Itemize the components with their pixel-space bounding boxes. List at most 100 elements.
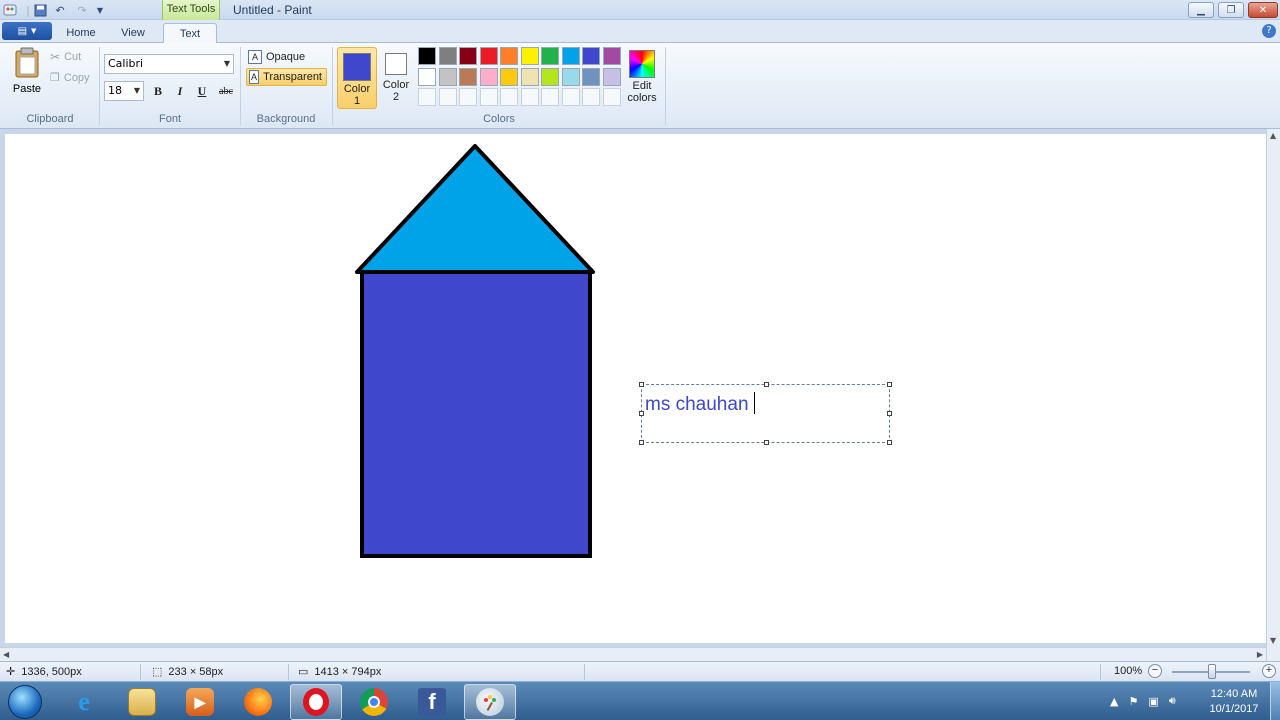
resize-handle[interactable] — [764, 440, 769, 445]
palette-swatch[interactable] — [582, 67, 600, 86]
palette-swatch[interactable] — [418, 67, 436, 86]
strikethrough-button[interactable]: abc — [214, 81, 238, 101]
palette-swatch[interactable] — [480, 67, 498, 86]
edit-colors-button[interactable]: Edit colors — [624, 47, 660, 109]
action-center-flag-icon[interactable]: ⚑ — [1128, 695, 1138, 708]
windows-taskbar: e ▶ f ▲ ⚑ ▣ 🔊︎ 12:40 AM 10/1/2017 — [0, 681, 1280, 720]
opaque-option[interactable]: A Opaque — [246, 48, 309, 66]
taskbar-chrome[interactable] — [348, 684, 400, 720]
zoom-out-button[interactable]: − — [1148, 664, 1162, 678]
taskbar-paint[interactable] — [464, 684, 516, 720]
zoom-slider-thumb[interactable] — [1208, 664, 1216, 679]
palette-swatch[interactable] — [562, 67, 580, 86]
undo-icon[interactable]: ↶ — [52, 2, 68, 18]
save-icon[interactable] — [32, 2, 48, 18]
resize-handle[interactable] — [887, 382, 892, 387]
customize-qat-icon[interactable]: ▼ — [92, 2, 108, 18]
palette-swatch[interactable] — [500, 67, 518, 86]
palette-swatch[interactable] — [541, 47, 559, 65]
text-caret — [753, 392, 755, 414]
taskbar-media-player[interactable]: ▶ — [174, 684, 226, 720]
italic-button[interactable]: I — [170, 81, 190, 101]
transparent-option[interactable]: A Transparent — [246, 68, 327, 86]
custom-color-slot[interactable] — [562, 88, 580, 106]
paste-button[interactable]: Paste — [8, 47, 46, 107]
show-desktop-button[interactable] — [1270, 682, 1280, 720]
palette-swatch[interactable] — [459, 67, 477, 86]
horizontal-scrollbar[interactable]: ◀ ▶ — [0, 647, 1266, 661]
palette-swatch[interactable] — [480, 47, 498, 65]
palette-swatch[interactable] — [521, 67, 539, 86]
palette-swatch[interactable] — [562, 47, 580, 65]
font-size-select[interactable]: 18 ▼ — [104, 81, 144, 101]
custom-color-slot[interactable] — [603, 88, 621, 106]
palette-swatch[interactable] — [439, 67, 457, 86]
bold-button[interactable]: B — [148, 81, 168, 101]
resize-handle[interactable] — [639, 440, 644, 445]
tab-view[interactable]: View — [110, 23, 156, 43]
palette-swatch[interactable] — [500, 47, 518, 65]
palette-swatch[interactable] — [459, 47, 477, 65]
cut-button[interactable]: ✂ Cut — [50, 50, 81, 64]
start-button[interactable] — [8, 685, 42, 719]
tab-home[interactable]: Home — [58, 23, 104, 43]
text-input-box[interactable]: ms chauhan — [639, 382, 892, 445]
system-tray: ▲ ⚑ ▣ 🔊︎ — [1110, 686, 1176, 716]
paint-menu-button[interactable]: ▤ ▼ — [2, 22, 52, 40]
show-hidden-icons-icon[interactable]: ▲ — [1110, 695, 1118, 708]
paint-icon — [476, 688, 504, 716]
scroll-up-icon[interactable]: ▲ — [1270, 131, 1276, 140]
status-bar: ✛ 1336, 500px ⬚ 233 × 58px ▭ 1413 × 794p… — [0, 661, 1280, 681]
custom-color-slot[interactable] — [582, 88, 600, 106]
palette-swatch[interactable] — [582, 47, 600, 65]
custom-color-slot[interactable] — [480, 88, 498, 106]
palette-swatch[interactable] — [603, 47, 621, 65]
resize-handle[interactable] — [764, 382, 769, 387]
underline-button[interactable]: U — [192, 81, 212, 101]
color2-button[interactable]: Color 2 — [377, 47, 415, 109]
scroll-left-icon[interactable]: ◀ — [3, 650, 9, 659]
taskbar-facebook[interactable]: f — [406, 684, 458, 720]
resize-handle[interactable] — [639, 382, 644, 387]
custom-color-slot[interactable] — [541, 88, 559, 106]
custom-color-slot[interactable] — [459, 88, 477, 106]
taskbar-file-explorer[interactable] — [116, 684, 168, 720]
palette-swatch[interactable] — [603, 67, 621, 86]
workspace: ms chauhan ▲ ▼ ◀ ▶ — [0, 129, 1280, 661]
custom-color-slot[interactable] — [500, 88, 518, 106]
tab-text[interactable]: Text — [163, 23, 217, 44]
zoom-in-button[interactable]: + — [1262, 664, 1276, 678]
custom-color-slot[interactable] — [439, 88, 457, 106]
taskbar-clock[interactable]: 12:40 AM 10/1/2017 — [1204, 687, 1264, 717]
resize-handle[interactable] — [639, 411, 644, 416]
resize-handle[interactable] — [887, 440, 892, 445]
color1-button[interactable]: Color 1 — [337, 47, 377, 109]
taskbar-internet-explorer[interactable]: e — [58, 684, 110, 720]
image-size-icon: ▭ — [298, 666, 309, 678]
taskbar-firefox[interactable] — [232, 684, 284, 720]
color2-swatch — [385, 53, 407, 75]
paint-app-icon[interactable] — [2, 2, 18, 18]
maximize-button[interactable]: ❐ — [1218, 2, 1244, 18]
palette-swatch[interactable] — [439, 47, 457, 65]
palette-swatch[interactable] — [418, 47, 436, 65]
custom-color-slot[interactable] — [418, 88, 436, 106]
volume-icon[interactable]: 🔊︎ — [1169, 694, 1176, 708]
opaque-icon: A — [248, 50, 262, 64]
scroll-right-icon[interactable]: ▶ — [1257, 650, 1263, 659]
font-family-select[interactable]: Calibri ▼ — [104, 54, 234, 74]
copy-button[interactable]: ❐ Copy — [50, 71, 90, 84]
redo-icon[interactable]: ↷ — [74, 2, 90, 18]
palette-swatch[interactable] — [541, 67, 559, 86]
drawing-canvas[interactable]: ms chauhan — [5, 134, 1266, 643]
vertical-scrollbar[interactable]: ▲ ▼ — [1266, 129, 1280, 661]
taskbar-opera[interactable] — [290, 684, 342, 720]
custom-color-slot[interactable] — [521, 88, 539, 106]
minimize-button[interactable]: ▁ — [1188, 2, 1214, 18]
scroll-down-icon[interactable]: ▼ — [1270, 636, 1276, 645]
palette-swatch[interactable] — [521, 47, 539, 65]
network-icon[interactable]: ▣ — [1148, 695, 1158, 708]
close-button[interactable]: ✕ — [1248, 2, 1278, 18]
resize-handle[interactable] — [887, 411, 892, 416]
help-icon[interactable]: ? — [1262, 24, 1276, 38]
